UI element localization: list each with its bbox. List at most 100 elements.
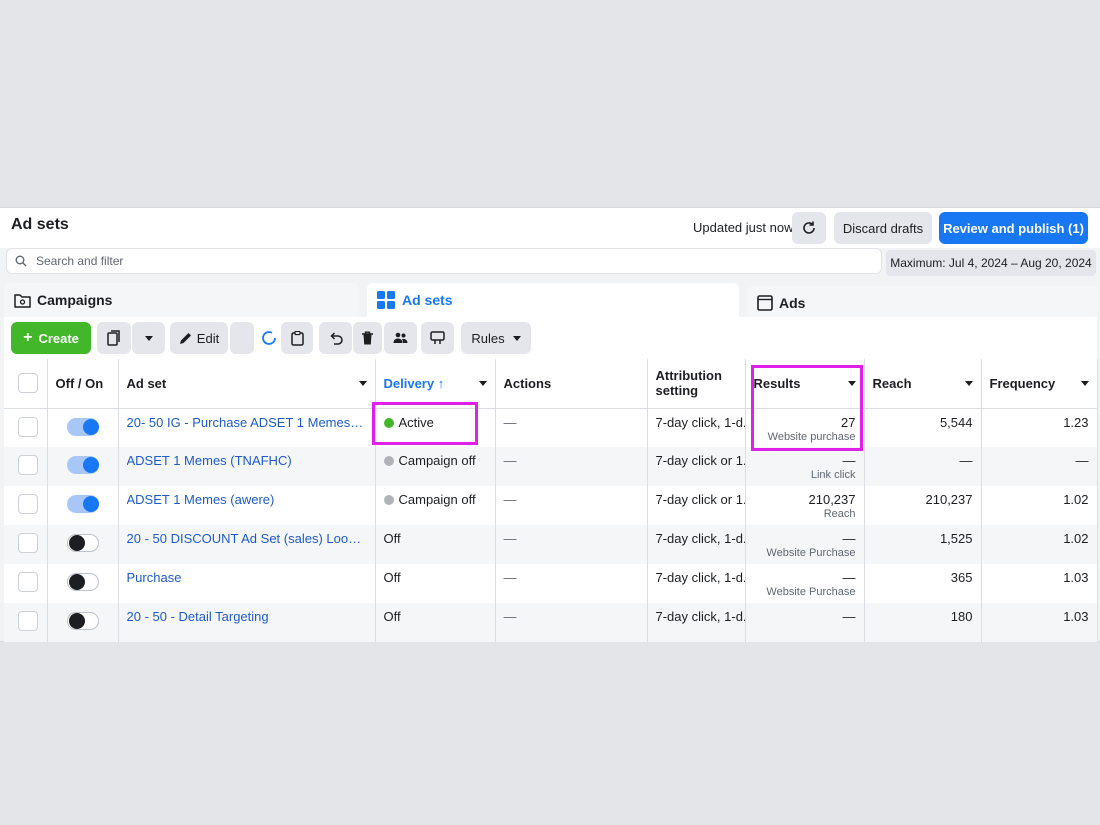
ad-set-name-link[interactable]: 20 - 50 - Detail Targeting [127,609,367,624]
toggle-knob [82,418,99,435]
ad-set-name-link[interactable]: 20- 50 IG - Purchase ADSET 1 Memes (only… [127,415,367,430]
row-checkbox[interactable] [18,611,38,631]
checkbox-cell [4,408,48,447]
duplicate-button[interactable] [97,322,131,354]
table-row[interactable]: Purchase Off —7-day click, 1-d... — Website … [4,564,1098,603]
delivery-status: Campaign off [398,492,476,507]
edit-label: Edit [196,330,220,346]
column-header-ad-set[interactable]: Ad set [118,359,376,409]
edit-button[interactable]: Edit [170,322,228,354]
results-cell: — Website Purchase [745,525,865,564]
checkbox-cell [4,564,48,603]
delivery-status: Active [398,414,434,430]
checkbox-cell [4,525,48,564]
date-range-picker[interactable]: Maximum: Jul 4, 2024 – Aug 20, 2024 [886,250,1096,276]
create-button[interactable]: + Create [11,322,91,354]
column-header-reach[interactable]: Reach [864,359,982,409]
edit-dropdown-button[interactable] [230,322,254,354]
column-header-results[interactable]: Results [745,359,865,409]
undo-button[interactable] [319,322,352,354]
delivery-status: Off [383,570,401,585]
table-row[interactable]: ADSET 1 Memes (awere) Campaign off —7-day … [4,486,1098,525]
column-header-frequency[interactable]: Frequency [981,359,1098,409]
refresh-button[interactable] [792,212,826,244]
chevron-down-icon [144,335,153,341]
grid-icon [377,290,396,310]
row-checkbox[interactable] [18,533,38,553]
on-off-toggle[interactable] [66,456,99,474]
actions-cell: — [495,564,648,603]
table-row[interactable]: 20- 50 IG - Purchase ADSET 1 Memes (only… [4,408,1098,447]
toggle-knob [68,613,85,629]
page-title: Ad sets [11,216,69,233]
tab-ads[interactable]: Ads [747,286,1097,319]
results-cell: 27 Website purchase [745,408,865,447]
actions-cell: — [495,408,648,447]
toggle-cell [47,447,119,486]
result-value: — [842,531,856,546]
on-off-toggle[interactable] [66,573,99,591]
ab-test-button[interactable] [421,322,454,354]
table-header-row: Off / On Ad set Delivery ↑ Actions Attri… [4,359,1098,409]
tab-campaigns-label: Campaigns [37,292,113,308]
result-type: Link click [810,469,856,481]
reach-cell: 5,544 [864,408,982,447]
column-header-delivery[interactable]: Delivery ↑ [375,359,496,409]
chevron-down-icon [512,335,521,341]
create-label: Create [38,330,79,346]
table-row[interactable]: 20 - 50 - Detail Targeting Off —7-day clic… [4,603,1098,642]
on-off-toggle[interactable] [66,534,99,552]
toggle-knob [82,496,99,512]
reach-cell: 365 [864,564,982,603]
ad-set-name-cell: ADSET 1 Memes (TNAFHC) [118,447,376,486]
result-type: Website Purchase [766,586,856,598]
reach-cell: 180 [864,603,982,642]
delivery-status: Off [383,609,401,624]
row-checkbox[interactable] [18,572,38,592]
row-checkbox[interactable] [18,455,38,475]
clipboard-button[interactable] [281,322,313,354]
column-header-label: Results [753,375,801,391]
ad-set-name-link[interactable]: 20 - 50 DISCOUNT Ad Set (sales) Lookalik… [127,531,367,546]
ad-set-name-cell: ADSET 1 Memes (awere) [118,486,376,525]
on-off-toggle[interactable] [66,495,99,513]
rules-button[interactable]: Rules [461,322,531,354]
audience-button[interactable] [384,322,417,354]
toggle-knob [68,535,85,551]
chevron-down-icon [964,381,973,386]
checkbox-cell [4,486,48,525]
review-publish-button[interactable]: Review and publish (1) [939,212,1088,244]
on-off-toggle[interactable] [66,417,99,436]
ad-set-name-link[interactable]: ADSET 1 Memes (TNAFHC) [127,453,367,468]
toggle-cell [47,408,119,447]
table-row[interactable]: 20 - 50 DISCOUNT Ad Set (sales) Lookalik… [4,525,1098,564]
tab-campaigns[interactable]: Campaigns [4,283,359,317]
discard-drafts-button[interactable]: Discard drafts [834,212,932,244]
tab-ads-label: Ads [779,294,806,311]
toggle-cell [47,525,119,564]
select-all-checkbox[interactable] [18,373,38,394]
row-checkbox[interactable] [18,494,38,514]
column-header-off-on[interactable]: Off / On [47,359,119,409]
row-checkbox[interactable] [18,416,38,437]
toolbar: + Create Edit Rules [4,317,1097,359]
column-header-label: Frequency [989,375,1056,391]
duplicate-dropdown-button[interactable] [132,322,165,354]
tab-ad-sets[interactable]: Ad sets [367,283,739,317]
ad-set-name-cell: Purchase [118,564,376,603]
reach-cell: — [864,447,982,486]
result-value: — [842,453,856,468]
column-header-attribution[interactable]: Attribution setting [647,359,746,409]
header-bar: Ad sets Updated just now Discard drafts … [0,208,1100,248]
ad-set-name-link[interactable]: Purchase [127,570,367,585]
on-off-toggle[interactable] [66,612,99,630]
delete-button[interactable] [353,322,382,354]
chevron-down-icon [847,381,856,386]
attribution-cell: 7-day click, 1-d... [647,603,746,642]
status-dot-icon [383,456,394,466]
search-input[interactable]: Search and filter [6,248,882,274]
refresh-icon [803,221,815,234]
column-header-actions[interactable]: Actions [495,359,648,409]
table-row[interactable]: ADSET 1 Memes (TNAFHC) Campaign off —7-day… [4,447,1098,486]
ad-set-name-link[interactable]: ADSET 1 Memes (awere) [127,492,367,507]
